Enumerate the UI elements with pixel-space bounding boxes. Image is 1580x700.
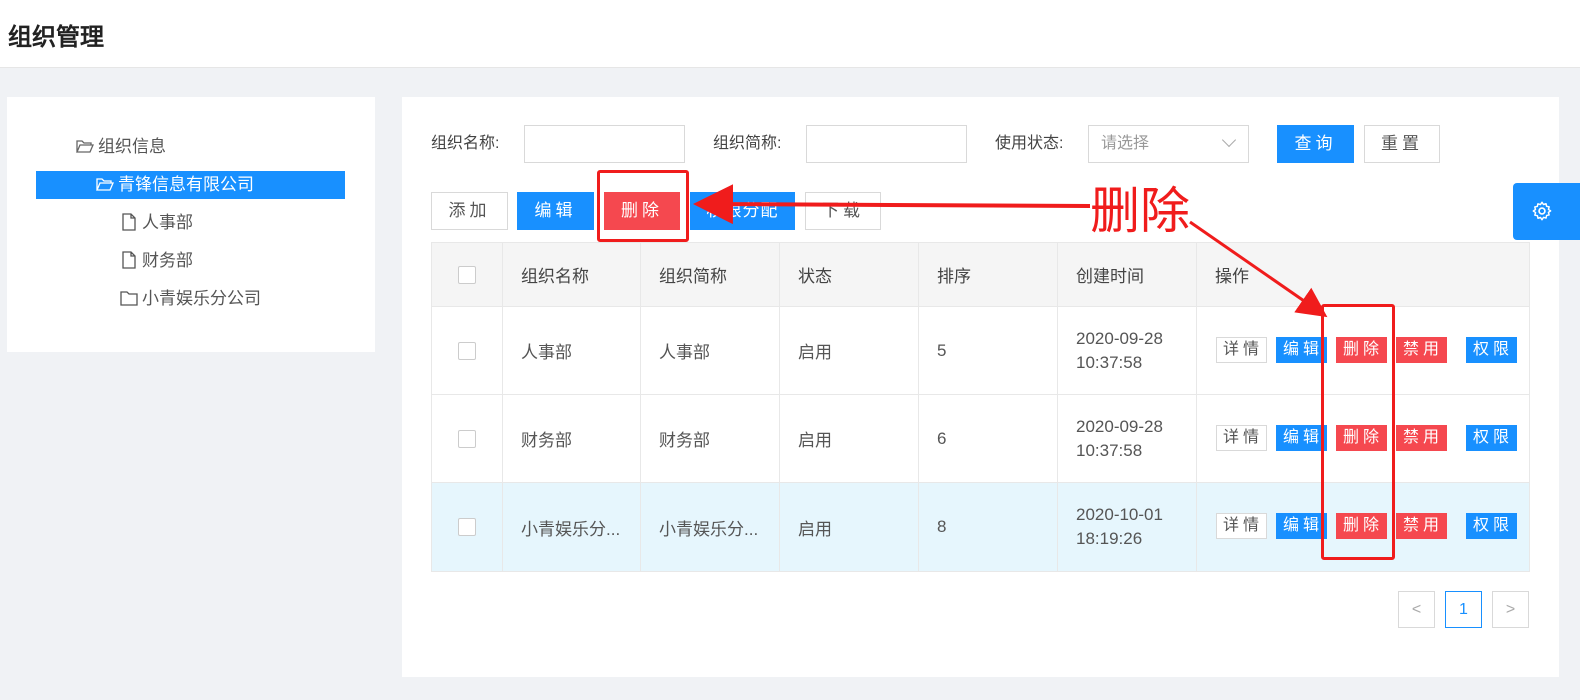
tree-node-label: 组织信息 (98, 137, 166, 156)
created-time: 10:37:58 (1076, 440, 1143, 460)
permission-assign-button[interactable]: 权限分配 (690, 192, 795, 230)
cell-status: 启用 (780, 395, 919, 482)
header-checkbox-cell (432, 243, 503, 306)
cell-order: 5 (919, 307, 1058, 394)
column-header: 创建时间 (1058, 243, 1197, 306)
row-checkbox-cell (432, 395, 503, 482)
column-header: 组织名称 (503, 243, 641, 306)
org-name-label: 组织名称: (431, 135, 500, 152)
cell-short: 小青娱乐分... (641, 483, 780, 571)
row-checkbox[interactable] (458, 429, 476, 448)
row-permission-button[interactable]: 权限 (1466, 513, 1517, 539)
page-1-button[interactable]: 1 (1445, 591, 1482, 628)
row-permission-button[interactable]: 权限 (1466, 337, 1517, 363)
cell-short: 财务部 (641, 395, 780, 482)
cell-name: 小青娱乐分... (503, 483, 641, 571)
cell-name: 人事部 (503, 307, 641, 394)
row-disable-button[interactable]: 禁用 (1396, 425, 1447, 451)
tree-node-child-2[interactable]: 财务部 (120, 247, 193, 275)
column-header: 状态 (780, 243, 919, 306)
cell-created: 2020-09-28 10:37:58 (1058, 395, 1197, 482)
table-header: 组织名称 组织简称 状态 排序 创建时间 操作 (432, 243, 1529, 307)
tree-node-label: 青锋信息有限公司 (118, 175, 254, 194)
created-date: 2020-09-28 (1076, 416, 1163, 436)
row-edit-button[interactable]: 编辑 (1276, 425, 1327, 451)
row-checkbox[interactable] (458, 518, 476, 536)
column-header: 排序 (919, 243, 1058, 306)
column-header: 操作 (1215, 267, 1249, 286)
tree-node-label: 人事部 (142, 213, 193, 232)
tree-node-label: 小青娱乐分公司 (142, 289, 261, 308)
cell-created: 2020-10-01 18:19:26 (1058, 483, 1197, 571)
row-checkbox-cell (432, 483, 503, 571)
detail-button[interactable]: 详情 (1216, 425, 1267, 451)
file-icon (122, 213, 136, 231)
tree-node-selected[interactable]: 青锋信息有限公司 (36, 171, 345, 199)
gear-icon (1532, 201, 1552, 221)
status-placeholder: 请选择 (1101, 135, 1150, 152)
org-short-label: 组织简称: (713, 135, 782, 152)
file-icon (122, 251, 136, 269)
cell-status: 启用 (780, 483, 919, 571)
folder-open-icon (96, 178, 114, 191)
chevron-down-icon (1221, 132, 1237, 148)
created-time: 18:19:26 (1076, 529, 1143, 548)
tree-node-root[interactable]: 组织信息 (76, 133, 166, 161)
next-page-button[interactable]: > (1492, 591, 1529, 628)
status-select[interactable]: 请选择 (1088, 125, 1249, 163)
created-date: 2020-09-28 (1076, 328, 1163, 348)
detail-button[interactable]: 详情 (1216, 337, 1267, 363)
org-name-input[interactable] (524, 125, 685, 163)
created-time: 10:37:58 (1076, 352, 1143, 372)
annotation-box-toolbar-delete (597, 170, 689, 242)
add-button[interactable]: 添加 (431, 192, 508, 230)
prev-page-button[interactable]: < (1398, 591, 1435, 628)
annotation-label: 删除 (1090, 183, 1190, 239)
annotation-box-row-delete (1321, 304, 1395, 560)
page-title: 组织管理 (8, 24, 104, 51)
row-edit-button[interactable]: 编辑 (1276, 337, 1327, 363)
cell-short: 人事部 (641, 307, 780, 394)
top-bar: 组织管理 (0, 0, 1580, 68)
detail-button[interactable]: 详情 (1216, 513, 1267, 539)
column-header: 组织简称 (641, 243, 780, 306)
download-button[interactable]: 下载 (805, 192, 881, 230)
cell-order: 6 (919, 395, 1058, 482)
tree-node-child-3[interactable]: 小青娱乐分公司 (120, 285, 261, 313)
created-date: 2020-10-01 (1076, 505, 1163, 524)
edit-button[interactable]: 编辑 (517, 192, 594, 230)
row-checkbox-cell (432, 307, 503, 394)
settings-tab[interactable] (1513, 183, 1580, 240)
row-permission-button[interactable]: 权限 (1466, 425, 1517, 451)
cell-status: 启用 (780, 307, 919, 394)
row-checkbox[interactable] (458, 341, 476, 360)
tree-node-label: 财务部 (142, 251, 193, 270)
status-label: 使用状态: (995, 135, 1064, 152)
cell-created: 2020-09-28 10:37:58 (1058, 307, 1197, 394)
cell-name: 财务部 (503, 395, 641, 482)
org-short-input[interactable] (806, 125, 967, 163)
reset-button[interactable]: 重置 (1364, 125, 1440, 163)
search-button[interactable]: 查询 (1277, 125, 1354, 163)
row-disable-button[interactable]: 禁用 (1396, 513, 1447, 539)
row-edit-button[interactable]: 编辑 (1276, 513, 1327, 539)
row-disable-button[interactable]: 禁用 (1396, 337, 1447, 363)
tree-node-child-1[interactable]: 人事部 (120, 209, 193, 237)
folder-icon (120, 291, 138, 306)
cell-order: 8 (919, 483, 1058, 571)
select-all-checkbox[interactable] (458, 265, 476, 284)
folder-open-icon (76, 140, 94, 153)
